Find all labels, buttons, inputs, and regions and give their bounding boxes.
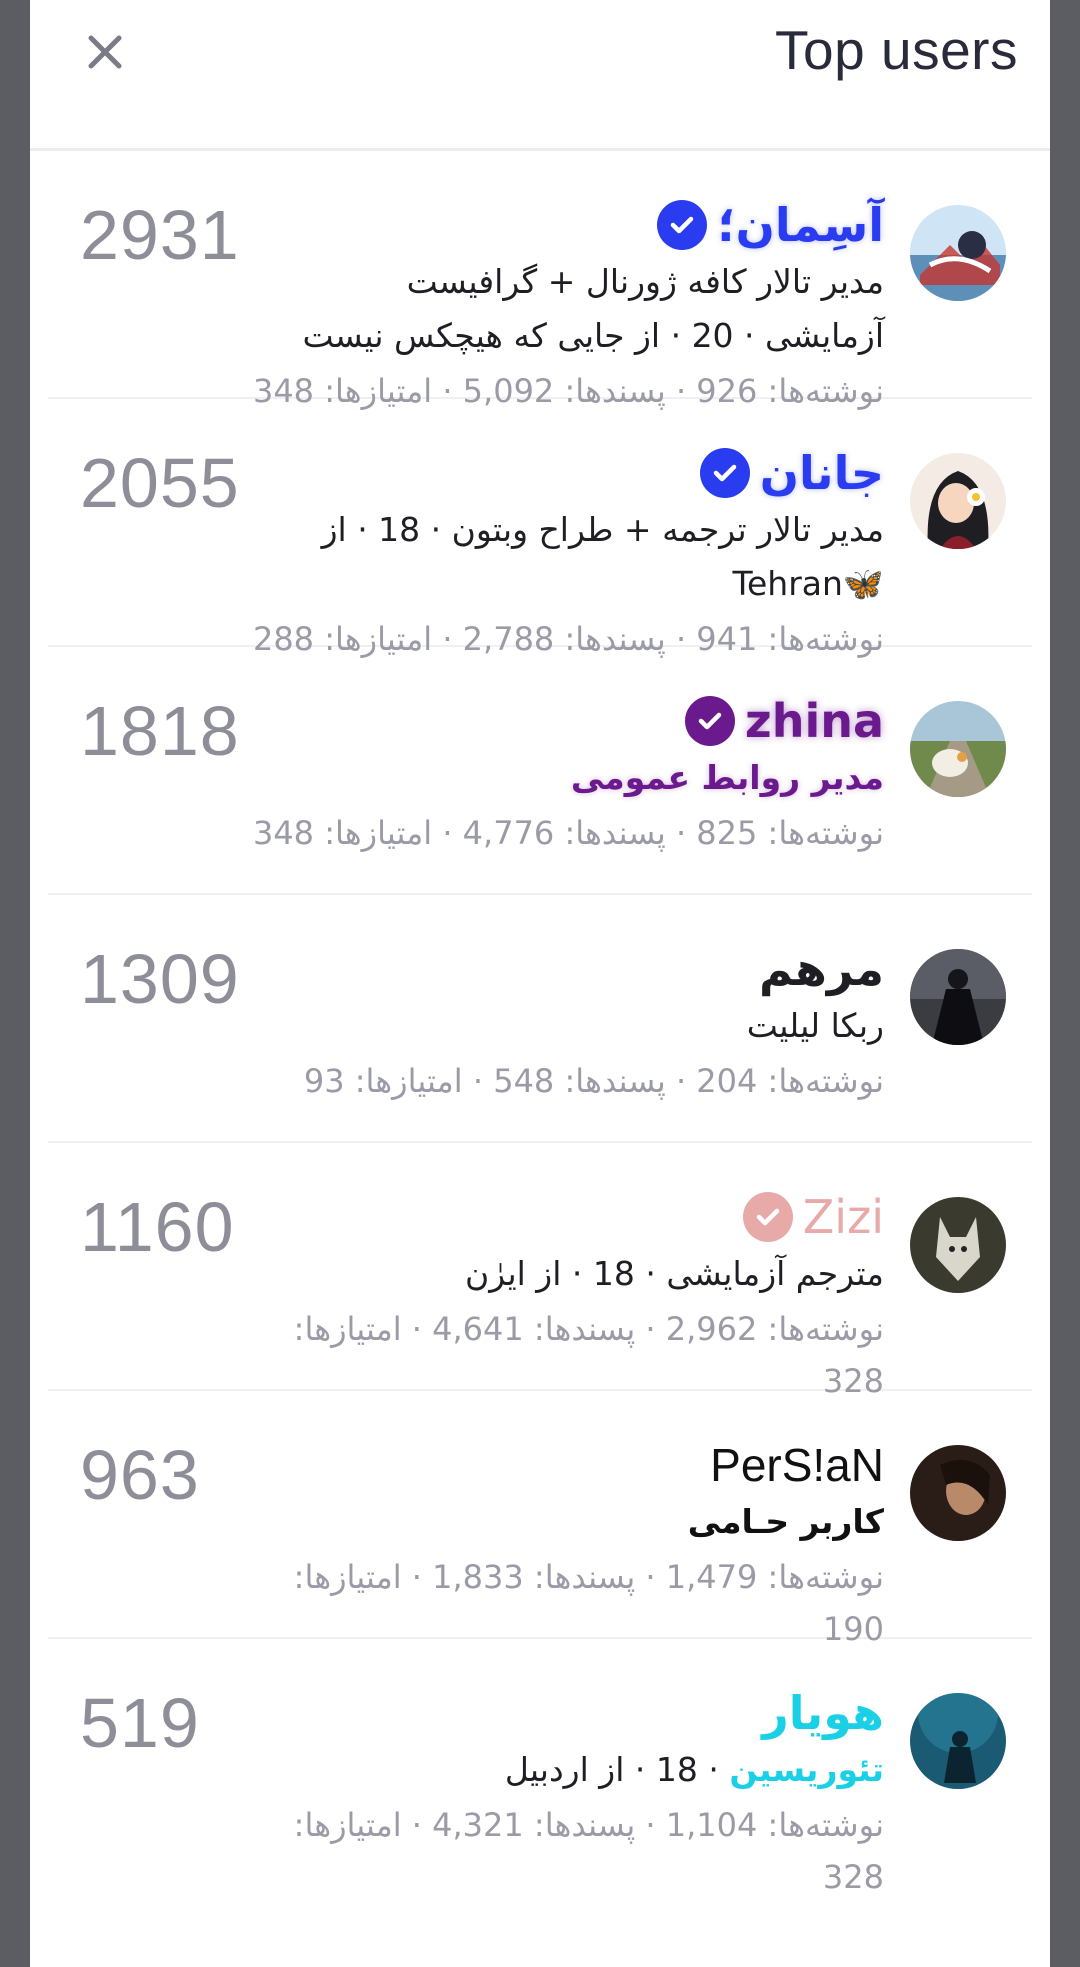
user-score: 1818: [80, 692, 240, 770]
user-info: zhina مدیر روابط عمومی نوشته‌ها: 825 · پ…: [224, 691, 884, 859]
top-users-dialog: Top users 2931 آسِمان؛ مدیر تالار کافه ژ…: [30, 0, 1050, 1967]
list-item[interactable]: 519 هویار تئوریسین · 18 · از اردبیل نوشت…: [48, 1639, 1032, 1896]
avatar[interactable]: [910, 1197, 1006, 1293]
wolf-avatar-icon: [910, 1197, 1006, 1293]
avatar[interactable]: [910, 1445, 1006, 1541]
user-bio-line: مدیر تالار ترجمه + طراح وبتون · 18 · از: [321, 510, 884, 549]
user-role: تئوریسین: [729, 1750, 884, 1789]
user-bio-line: مدیر تالار کافه ژورنال + گرافیست: [406, 262, 884, 301]
user-bio-line: کاربر حـامی: [687, 1502, 884, 1541]
user-stats: نوشته‌ها: 825 · پسندها: 4,776 · امتیازها…: [252, 814, 884, 852]
user-info: جانان مدیر تالار ترجمه + طراح وبتون · 18…: [224, 443, 884, 665]
user-bio-line: ربکا لیلیت: [746, 1006, 884, 1045]
road-duck-avatar-icon: [910, 701, 1006, 797]
list-item[interactable]: 2931 آسِمان؛ مدیر تالار کافه ژورنال + گر…: [48, 151, 1032, 410]
hijab-girl-avatar-icon: [910, 453, 1006, 549]
list-item[interactable]: 1309 مرهم ربکا لیلیت نوشته‌ها: 204 · پسن…: [48, 895, 1032, 1143]
user-score: 519: [80, 1684, 200, 1762]
user-stats: نوشته‌ها: 204 · پسندها: 548 · امتیازها: …: [303, 1062, 884, 1100]
user-bio-line: مترجم آزمایشی · 18 · از ایرٰن: [465, 1254, 884, 1293]
user-name[interactable]: مرهم: [759, 939, 884, 999]
verified-badge-icon: [657, 200, 708, 250]
user-score: 1309: [80, 940, 240, 1018]
user-bio-text: · 18 · از اردبیل: [504, 1750, 730, 1789]
underwater-figure-avatar-icon: [910, 1693, 1006, 1789]
user-bio-line: Tehran🦋: [732, 564, 884, 603]
user-bio-line: آزمایشی · 20 · از جایی که هیچکس نیست: [302, 316, 884, 355]
close-icon: [88, 35, 122, 69]
user-name[interactable]: Zizi: [803, 1187, 884, 1247]
avatar[interactable]: [910, 949, 1006, 1045]
user-name-row: zhina: [224, 691, 884, 751]
dark-dress-avatar-icon: [910, 949, 1006, 1045]
user-stats: نوشته‌ها: 1,104 · پسندها: 4,321 · امتیاز…: [293, 1806, 884, 1896]
user-info: آسِمان؛ مدیر تالار کافه ژورنال + گرافیست…: [224, 195, 884, 417]
user-info: مرهم ربکا لیلیت نوشته‌ها: 204 · پسندها: …: [224, 939, 884, 1107]
user-name[interactable]: هویار: [762, 1683, 884, 1743]
user-name-row: مرهم: [224, 939, 884, 999]
list-item[interactable]: 963 PerS!aN کاربر حـامی نوشته‌ها: 1,479 …: [48, 1391, 1032, 1648]
sea-avatar-icon: [910, 205, 1006, 301]
list-item[interactable]: 1818 zhina مدیر روابط عمومی نوشته‌ها: 82…: [48, 647, 1032, 895]
avatar[interactable]: [910, 205, 1006, 301]
portrait-dark-avatar-icon: [910, 1445, 1006, 1541]
user-name-row: Zizi: [224, 1187, 884, 1247]
user-name-row: جانان: [224, 443, 884, 503]
list-item[interactable]: 2055 جانان مدیر تالار ترجمه + طراح وبتون…: [48, 399, 1032, 658]
verified-badge-icon: [699, 448, 750, 498]
user-name-row: هویار: [224, 1683, 884, 1743]
close-button[interactable]: [75, 22, 135, 82]
user-name[interactable]: PerS!aN: [710, 1435, 884, 1495]
verified-badge-icon: [742, 1192, 793, 1242]
user-name[interactable]: جانان: [760, 443, 884, 503]
avatar[interactable]: [910, 701, 1006, 797]
dialog-header: Top users: [30, 0, 1050, 151]
user-info: Zizi مترجم آزمایشی · 18 · از ایرٰن نوشته…: [224, 1187, 884, 1407]
user-bio-line: تئوریسین · 18 · از اردبیل: [224, 1743, 884, 1797]
avatar[interactable]: [910, 453, 1006, 549]
users-list: 2931 آسِمان؛ مدیر تالار کافه ژورنال + گر…: [30, 151, 1050, 1896]
user-score: 2055: [80, 444, 240, 522]
user-score: 1160: [80, 1188, 235, 1266]
user-name-row: آسِمان؛: [224, 195, 884, 255]
verified-badge-icon: [684, 696, 735, 746]
user-name[interactable]: آسِمان؛: [717, 195, 884, 255]
user-score: 963: [80, 1436, 200, 1514]
user-info: PerS!aN کاربر حـامی نوشته‌ها: 1,479 · پس…: [224, 1435, 884, 1655]
list-item[interactable]: 1160 Zizi مترجم آزمایشی · 18 · از ایرٰن …: [48, 1143, 1032, 1400]
avatar[interactable]: [910, 1693, 1006, 1789]
user-info: هویار تئوریسین · 18 · از اردبیل نوشته‌ها…: [224, 1683, 884, 1903]
dialog-title: Top users: [775, 19, 1018, 81]
user-name[interactable]: zhina: [745, 691, 884, 751]
user-bio-line: مدیر روابط عمومی: [570, 758, 884, 797]
user-name-row: PerS!aN: [224, 1435, 884, 1495]
user-score: 2931: [80, 196, 240, 274]
